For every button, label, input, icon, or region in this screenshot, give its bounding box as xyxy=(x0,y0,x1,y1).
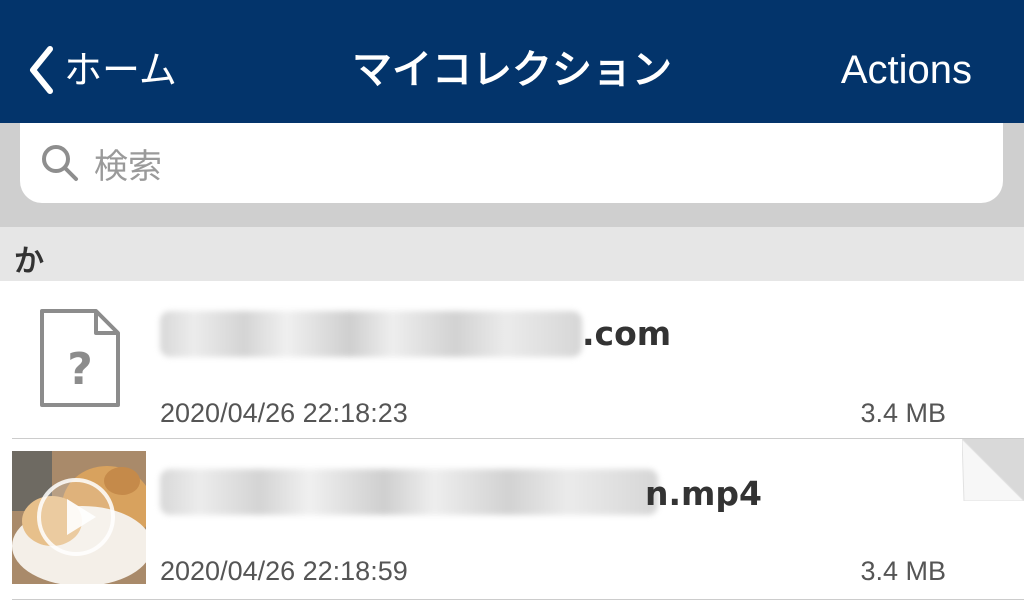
file-size: 3.4 MB xyxy=(860,556,946,586)
file-date: 2020/04/26 22:18:23 xyxy=(160,398,408,428)
chevron-left-icon xyxy=(30,46,53,94)
search-placeholder: 検索 xyxy=(94,146,162,187)
actions-button[interactable]: Actions xyxy=(841,44,972,96)
blurred-file-name xyxy=(160,469,658,515)
file-date: 2020/04/26 22:18:59 xyxy=(160,556,408,586)
section-header: か xyxy=(0,227,1024,281)
file-row[interactable]: ? .com 2020/04/26 22:18:23 3.4 MB xyxy=(0,281,1024,438)
blurred-file-name xyxy=(160,311,582,357)
navigation-bar: ホーム マイコレクション Actions xyxy=(0,0,1024,123)
file-row[interactable]: n.mp4 2020/04/26 22:18:59 3.4 MB xyxy=(0,439,1024,599)
file-size: 3.4 MB xyxy=(860,398,946,428)
back-button-label: ホーム xyxy=(64,48,177,92)
section-header-label: か xyxy=(14,244,44,279)
search-input[interactable]: 検索 xyxy=(20,123,1003,203)
back-button[interactable]: ホーム xyxy=(28,40,177,100)
svg-text:?: ? xyxy=(67,344,93,395)
page-curl-icon xyxy=(962,439,1024,501)
search-icon xyxy=(42,145,78,181)
cat-photo xyxy=(12,451,146,584)
search-bar-container: 検索 xyxy=(0,123,1024,227)
video-thumbnail xyxy=(12,451,146,584)
page-title: マイコレクション xyxy=(352,47,672,93)
unknown-file-icon: ? xyxy=(40,309,120,407)
file-name-suffix: .com xyxy=(582,314,672,353)
divider xyxy=(12,599,1024,600)
file-name-suffix: n.mp4 xyxy=(645,474,762,513)
